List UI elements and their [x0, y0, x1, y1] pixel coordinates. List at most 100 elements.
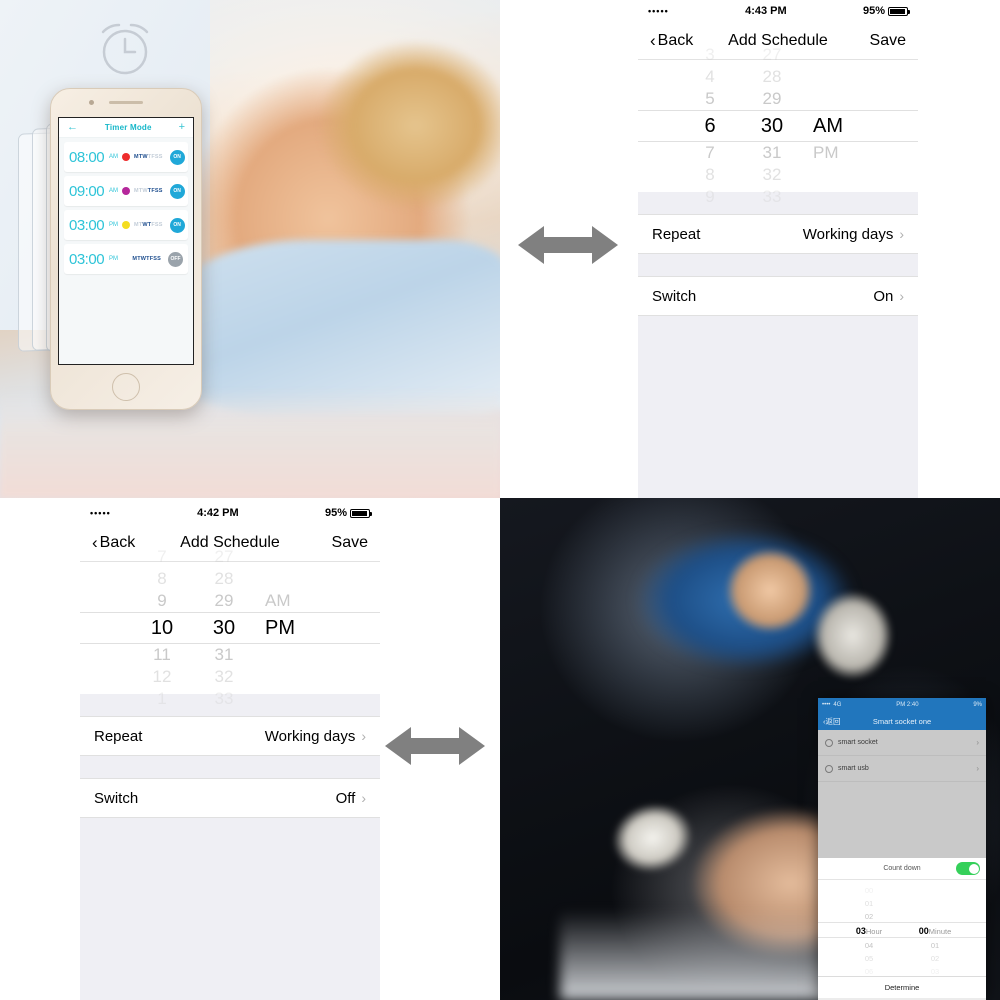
list-item[interactable]: smart usb ›: [818, 756, 986, 782]
panel-bottom-right: •••• 4G PM 2:40 9% ‹返回 Smart socket one …: [500, 498, 1000, 1000]
battery-percent: 95%: [862, 5, 885, 17]
hour-option[interactable]: 4: [679, 66, 741, 88]
hour-option[interactable]: 8: [131, 568, 193, 590]
hour-option[interactable]: 11: [131, 644, 193, 666]
timer-days: MTWTFSS: [134, 222, 163, 228]
battery-indicator: 95%: [862, 5, 910, 17]
hour-option[interactable]: 5: [679, 88, 741, 110]
hour-option[interactable]: 00: [836, 884, 902, 897]
repeat-row[interactable]: Repeat Working days ›: [638, 214, 918, 254]
timer-switch[interactable]: ON: [169, 183, 185, 199]
hour-option[interactable]: 1: [131, 688, 193, 710]
hour-option[interactable]: 05: [836, 952, 902, 965]
status-time: 4:42 PM: [197, 507, 239, 519]
hour-option[interactable]: 04: [836, 939, 902, 952]
switch-row[interactable]: Switch On ›: [638, 276, 918, 316]
minute-option[interactable]: 03: [902, 965, 968, 978]
timer-row[interactable]: 08:00 AM MTWTFSS ON: [64, 142, 188, 172]
timer-row[interactable]: 03:00 PM MTWTFSS ON: [64, 210, 188, 240]
status-time: 4:43 PM: [745, 5, 787, 17]
repeat-value: Working days: [264, 727, 356, 745]
timer-time: 03:00: [69, 216, 105, 234]
repeat-row[interactable]: Repeat Working days ›: [80, 716, 380, 756]
countdown-picker[interactable]: 00 01 02 03Hour 04 05 06 00Minute 01 02 …: [818, 880, 986, 976]
switch-value-wrap: Off ›: [336, 790, 366, 807]
minute-option[interactable]: 31: [193, 644, 255, 666]
timer-switch[interactable]: OFF: [168, 251, 183, 267]
minute-option[interactable]: 28: [741, 66, 803, 88]
minute-option[interactable]: 32: [741, 164, 803, 186]
hour-option[interactable]: 3: [679, 44, 741, 66]
countdown-toggle[interactable]: [956, 862, 980, 875]
minute-option[interactable]: 27: [193, 546, 255, 568]
battery-percent: 95%: [324, 507, 347, 519]
chevron-left-icon: ‹: [650, 31, 656, 50]
hour-option[interactable]: 06: [836, 965, 902, 978]
picker-selection-band: [818, 922, 986, 938]
add-schedule-screen-am: ••••• 4:43 PM 95% ‹ Back Add Schedule Sa…: [638, 0, 918, 498]
meridiem-option[interactable]: PM: [813, 142, 877, 164]
countdown-panel: Count down 00 01 02 03Hour 04 05 06 00Mi…: [818, 858, 986, 998]
timer-meridiem: PM: [109, 256, 119, 262]
minute-option[interactable]: 32: [193, 666, 255, 688]
iphone-device: ← Timer Mode + 08:00 AM MTWTFSS ON 09:00…: [50, 88, 202, 410]
hour-option[interactable]: 9: [679, 186, 741, 208]
timer-row[interactable]: 09:00 AM MTWTFSS ON: [64, 176, 188, 206]
timer-days: MTWTFSS: [132, 256, 161, 262]
timer-row[interactable]: 03:00 PM MTWTFSS OFF: [64, 244, 188, 274]
timer-switch[interactable]: ON: [169, 149, 185, 165]
screenshot-collage: ← Timer Mode + 08:00 AM MTWTFSS ON 09:00…: [0, 0, 1000, 1000]
minute-option[interactable]: 29: [193, 590, 255, 612]
status-bar: •••• 4G PM 2:40 9%: [818, 698, 986, 712]
timer-meridiem: PM: [109, 222, 119, 228]
device-list: smart socket › smart usb ›: [818, 730, 986, 858]
network-label: 4G: [833, 702, 842, 708]
switch-row[interactable]: Switch Off ›: [80, 778, 380, 818]
back-arrow-icon[interactable]: ←: [67, 122, 78, 133]
chevron-left-icon: ‹: [92, 533, 98, 552]
home-button[interactable]: [112, 373, 140, 401]
minute-option[interactable]: 33: [741, 186, 803, 208]
repeat-label: Repeat: [652, 225, 701, 243]
minute-option[interactable]: 28: [193, 568, 255, 590]
time-picker[interactable]: 7 8 9 10 11 12 1 27 28 29 30 31 32 33 AM…: [80, 547, 380, 708]
panel-bottom-left: ••••• 4:42 PM 95% ‹ Back Add Schedule Sa…: [0, 498, 500, 1000]
signal-dots-icon: •••••: [648, 6, 669, 16]
hour-option[interactable]: 7: [679, 142, 741, 164]
battery-icon: [350, 508, 372, 518]
switch-value: Off: [335, 789, 356, 807]
hour-option[interactable]: 12: [131, 666, 193, 688]
earpiece-speaker: [109, 101, 143, 104]
minute-option[interactable]: 27: [741, 44, 803, 66]
meridiem-option[interactable]: AM: [265, 590, 329, 612]
timer-days: MTWTFSS: [134, 188, 163, 194]
back-button[interactable]: ‹ Back: [92, 534, 135, 552]
minute-option[interactable]: 33: [193, 688, 255, 710]
minute-option[interactable]: 31: [741, 142, 803, 164]
back-label: Back: [99, 533, 136, 551]
determine-button[interactable]: Determine: [818, 976, 986, 998]
plus-icon[interactable]: +: [179, 122, 185, 133]
timer-switch[interactable]: ON: [169, 217, 185, 233]
minute-option[interactable]: 01: [902, 939, 968, 952]
time-picker[interactable]: 3 4 5 6 7 8 9 27 28 29 30 31 32 33 AM PM: [638, 45, 918, 206]
list-item[interactable]: smart socket ›: [818, 730, 986, 756]
hour-option[interactable]: 01: [836, 897, 902, 910]
double-arrow-horizontal-icon: [385, 723, 485, 769]
minute-option[interactable]: 29: [741, 88, 803, 110]
double-arrow-horizontal-icon: [518, 222, 618, 268]
hour-option[interactable]: 8: [679, 164, 741, 186]
minute-option[interactable]: 02: [902, 952, 968, 965]
status-bar: ••••• 4:43 PM 95%: [638, 0, 918, 22]
countdown-header: Count down: [818, 858, 986, 880]
countdown-title: Count down: [883, 865, 921, 872]
save-button[interactable]: Save: [332, 534, 368, 552]
chevron-right-icon: ›: [361, 728, 366, 744]
chevron-right-icon: ›: [976, 764, 979, 773]
repeat-label: Repeat: [94, 727, 143, 745]
switch-value-wrap: On ›: [873, 288, 904, 305]
section-gap: [80, 756, 380, 778]
hour-option[interactable]: 9: [131, 590, 193, 612]
hour-option[interactable]: 7: [131, 546, 193, 568]
power-icon: [825, 764, 833, 773]
